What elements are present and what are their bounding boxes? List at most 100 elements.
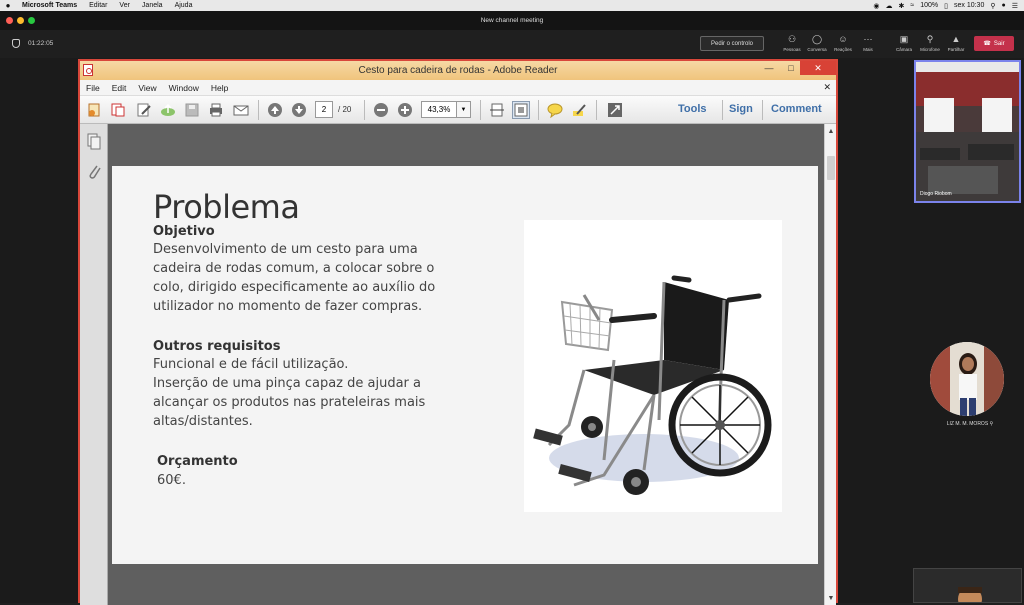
share-label: Partilhar <box>947 47 965 52</box>
chat-label: Conversa <box>807 47 827 52</box>
people-icon: ⚇ <box>787 34 797 44</box>
highlight-icon[interactable] <box>570 101 588 119</box>
cloud-icon[interactable]: ☁ <box>886 2 893 10</box>
bluetooth-icon[interactable]: ✱ <box>899 2 905 10</box>
maximize-window-icon[interactable] <box>28 17 35 24</box>
participant-name: LIZ M. M. MOROS ⚲ <box>930 421 1010 427</box>
share-button[interactable]: ▲ Partilhar <box>943 34 969 56</box>
requirements-line: Inserção de uma pinça capaz de ajudar a <box>153 376 421 391</box>
close-document-icon[interactable]: ✕ <box>823 82 831 93</box>
cloud-upload-icon[interactable] <box>159 101 177 119</box>
pages-thumbnail-icon[interactable] <box>86 132 102 155</box>
scroll-up-icon[interactable]: ▲ <box>825 126 837 136</box>
requirements-text: Funcional e de fácil utilização. Inserçã… <box>153 355 425 431</box>
restore-icon[interactable]: □ <box>784 61 798 75</box>
close-icon[interactable]: ✕ <box>800 61 836 75</box>
navigation-pane <box>80 124 108 605</box>
menu-view[interactable]: View <box>132 83 162 93</box>
adobe-reader-window: Cesto para cadeira de rodas - Adobe Read… <box>78 59 838 605</box>
sticky-note-icon[interactable] <box>546 101 564 119</box>
fit-page-icon[interactable] <box>512 101 530 119</box>
toolbar-separator <box>480 100 481 120</box>
reader-title: Cesto para cadeira de rodas - Adobe Read… <box>358 65 558 76</box>
next-page-icon[interactable] <box>290 101 308 119</box>
menu-edit[interactable]: Edit <box>106 83 133 93</box>
menu-editar[interactable]: Editar <box>83 2 113 9</box>
toolbar-separator <box>364 100 365 120</box>
edit-pdf-icon[interactable] <box>135 101 153 119</box>
camera-button[interactable]: ▣ Câmara <box>891 34 917 56</box>
menu-window[interactable]: Window <box>163 83 205 93</box>
email-icon[interactable] <box>232 101 250 119</box>
create-pdf-icon[interactable] <box>85 101 103 119</box>
sign-panel-link[interactable]: Sign <box>729 103 753 115</box>
reader-body: Problema Objetivo Desenvolvimento de um … <box>80 124 836 605</box>
apple-icon[interactable]: ● <box>0 1 16 10</box>
expand-icon[interactable] <box>606 101 624 119</box>
zoom-level-input[interactable]: 43,3% <box>421 101 457 118</box>
menu-ajuda[interactable]: Ajuda <box>169 2 199 9</box>
requirements-line: alcançar os produtos nas prateleiras mai… <box>153 395 426 410</box>
chat-button[interactable]: ◯ Conversa <box>804 34 830 56</box>
zoom-in-icon[interactable] <box>396 101 414 119</box>
save-icon[interactable] <box>183 101 201 119</box>
mic-muted-icon: ⚲ <box>989 421 994 427</box>
tools-panel-link[interactable]: Tools <box>678 103 707 115</box>
page-total: / 20 <box>338 105 352 114</box>
menu-help[interactable]: Help <box>205 83 234 93</box>
toolbar-separator <box>762 100 763 120</box>
people-label: Pessoas <box>783 47 801 52</box>
objective-line: utilizador no momento de fazer compras. <box>153 299 423 314</box>
vertical-scrollbar[interactable]: ▲ ▼ <box>824 124 836 605</box>
previous-page-icon[interactable] <box>266 101 284 119</box>
zoom-out-icon[interactable] <box>372 101 390 119</box>
attachments-icon[interactable] <box>86 162 102 185</box>
participant-video-tile[interactable]: Diogo Riobom <box>914 60 1021 203</box>
menu-file[interactable]: File <box>80 83 106 93</box>
comment-panel-link[interactable]: Comment <box>771 103 822 115</box>
control-center-icon[interactable]: ☰ <box>1012 2 1018 10</box>
print-icon[interactable] <box>207 101 225 119</box>
minimize-window-icon[interactable] <box>17 17 24 24</box>
scroll-down-icon[interactable]: ▼ <box>825 593 837 603</box>
people-button[interactable]: ⚇ Pessoas <box>779 34 805 56</box>
battery-icon[interactable]: ▯ <box>944 2 948 10</box>
document-area[interactable]: Problema Objetivo Desenvolvimento de um … <box>108 124 824 605</box>
page-number-input[interactable]: 2 <box>315 101 333 118</box>
pdf-icon <box>83 64 93 76</box>
menu-ver[interactable]: Ver <box>113 2 136 9</box>
leave-button[interactable]: ☎ Sair <box>974 36 1014 51</box>
reader-titlebar: Cesto para cadeira de rodas - Adobe Read… <box>80 61 836 80</box>
screen-record-icon[interactable]: ◉ <box>873 2 879 10</box>
participant-name: Diogo Riobom <box>920 191 952 197</box>
wifi-icon[interactable]: ≈ <box>910 2 914 9</box>
more-button[interactable]: ⋯ Mais <box>855 34 881 56</box>
objective-heading: Objetivo <box>153 224 215 239</box>
reader-menubar: File Edit View Window Help ✕ <box>80 80 836 96</box>
close-window-icon[interactable] <box>6 17 13 24</box>
scroll-thumb[interactable] <box>827 156 835 180</box>
combine-files-icon[interactable] <box>109 101 127 119</box>
spotlight-icon[interactable]: ⚲ <box>990 2 995 10</box>
objective-line: Desenvolvimento de um cesto para uma <box>153 242 418 257</box>
shield-icon <box>12 39 20 48</box>
objective-line: cadeira de rodas comum, a colocar sobre … <box>153 261 435 276</box>
app-menu[interactable]: Microsoft Teams <box>16 2 83 9</box>
objective-text: Desenvolvimento de um cesto para uma cad… <box>153 240 435 316</box>
microphone-button[interactable]: ⚲ Microfone <box>917 34 943 56</box>
bottom-video-tile[interactable] <box>913 568 1022 603</box>
share-icon: ▲ <box>951 34 961 44</box>
reactions-button[interactable]: ☺ Reações <box>830 34 856 56</box>
minimize-icon[interactable]: — <box>762 61 776 75</box>
battery-percent: 100% <box>920 2 939 9</box>
zoom-dropdown-icon[interactable]: ▼ <box>457 101 471 118</box>
requirements-line: altas/distantes. <box>153 414 253 429</box>
user-icon[interactable]: ● <box>1001 2 1005 9</box>
menu-janela[interactable]: Janela <box>136 2 169 9</box>
participant-avatar[interactable] <box>930 342 1004 416</box>
teams-titlebar: New channel meeting <box>0 11 1024 30</box>
slide-title: Problema <box>153 188 300 226</box>
clock[interactable]: sex 10:30 <box>954 2 984 9</box>
fit-width-icon[interactable] <box>488 101 506 119</box>
request-control-button[interactable]: Pedir o controlo <box>700 36 764 51</box>
